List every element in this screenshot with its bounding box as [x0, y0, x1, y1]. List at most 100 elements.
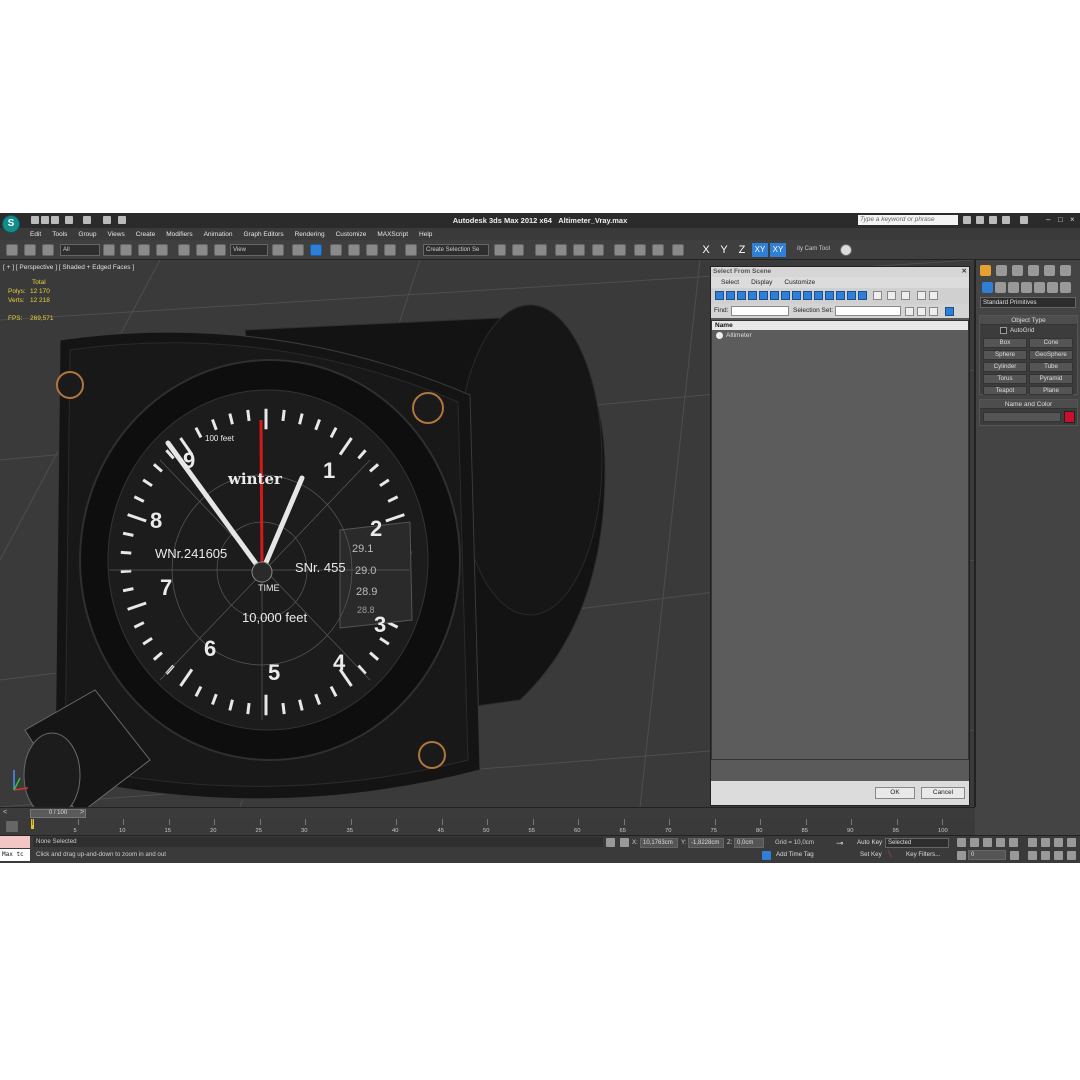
display-all-icon[interactable] [847, 291, 856, 300]
graphite-ribbon-icon[interactable] [555, 244, 567, 256]
display-helpers-icon[interactable] [759, 291, 768, 300]
maxscript-listener-input[interactable]: Max tc [0, 849, 30, 861]
render-production-icon[interactable] [672, 244, 684, 256]
pan-view-icon[interactable] [1041, 851, 1050, 860]
z-coordinate-field[interactable]: 0,0cm [734, 838, 764, 848]
selection-filter-dropdown[interactable]: All [60, 244, 100, 256]
display-containers-icon[interactable] [814, 291, 823, 300]
goto-end-icon[interactable] [1009, 838, 1018, 847]
dialog-close-icon[interactable]: ✕ [962, 267, 967, 277]
axis-xy-button[interactable]: XY [752, 243, 768, 257]
favorites-star-icon[interactable] [1002, 216, 1010, 224]
previous-frame-icon[interactable] [970, 838, 979, 847]
object-color-swatch[interactable] [1064, 411, 1075, 423]
select-and-rotate-icon[interactable] [196, 244, 208, 256]
named-selection-set-dropdown[interactable]: Create Selection Se [423, 244, 489, 256]
next-frame-icon[interactable] [996, 838, 1005, 847]
sync-selection-icon[interactable] [945, 307, 954, 316]
box-button[interactable]: Box [983, 338, 1027, 348]
find-input[interactable] [731, 306, 789, 316]
goto-start-icon[interactable] [957, 838, 966, 847]
rectangular-selection-icon[interactable] [138, 244, 150, 256]
select-and-move-icon[interactable] [178, 244, 190, 256]
axis-xy-plane-button[interactable]: XY [770, 243, 786, 257]
field-of-view-icon[interactable] [1028, 851, 1037, 860]
menu-maxscript[interactable]: MAXScript [377, 231, 408, 238]
x-coordinate-field[interactable]: 10,1763cm [640, 838, 678, 848]
zoom-extents-all-icon[interactable] [1067, 838, 1076, 847]
cameras-category-icon[interactable] [1021, 282, 1032, 293]
hierarchy-tab-icon[interactable] [1012, 265, 1023, 276]
select-and-link-icon[interactable] [6, 244, 18, 256]
curve-editor-icon[interactable] [573, 244, 585, 256]
spacewarps-category-icon[interactable] [1047, 282, 1058, 293]
helpers-category-icon[interactable] [1034, 282, 1045, 293]
dialog-menu-select[interactable]: Select [721, 279, 739, 286]
motion-tab-icon[interactable] [1028, 265, 1039, 276]
display-bones-icon[interactable] [803, 291, 812, 300]
play-icon[interactable] [983, 838, 992, 847]
key-mode-toggle-icon[interactable] [957, 851, 966, 860]
lights-category-icon[interactable] [1008, 282, 1019, 293]
display-none-icon[interactable] [858, 291, 867, 300]
minimize-icon[interactable]: – [1046, 215, 1050, 224]
help-icon[interactable] [1020, 216, 1028, 224]
select-all-icon[interactable] [873, 291, 882, 300]
select-dependents-icon[interactable] [929, 307, 938, 316]
display-geometry-icon[interactable] [715, 291, 724, 300]
systems-category-icon[interactable] [1060, 282, 1071, 293]
display-cameras-icon[interactable] [748, 291, 757, 300]
current-frame-field[interactable]: 0 [968, 850, 1006, 860]
zoom-icon[interactable] [1028, 838, 1037, 847]
select-none-icon[interactable] [887, 291, 896, 300]
select-and-manipulate-icon[interactable] [292, 244, 304, 256]
select-invert-icon[interactable] [901, 291, 910, 300]
selection-set-dropdown[interactable] [835, 306, 901, 316]
display-frozen-icon[interactable] [825, 291, 834, 300]
dialog-menu-display[interactable]: Display [751, 279, 772, 286]
y-coordinate-field[interactable]: -1,8228cm [688, 838, 724, 848]
menu-modifiers[interactable]: Modifiers [166, 231, 192, 238]
list-item[interactable]: Altimeter [712, 332, 968, 339]
slider-prev-icon[interactable]: < [3, 809, 7, 816]
selection-lock-icon[interactable] [606, 838, 615, 847]
auto-key-button[interactable]: Auto Key [857, 838, 882, 848]
primitive-category-dropdown[interactable]: Standard Primitives [980, 297, 1076, 308]
teapot-button[interactable]: Teapot [983, 386, 1027, 395]
cone-button[interactable]: Cone [1029, 338, 1073, 348]
menu-views[interactable]: Views [107, 231, 124, 238]
axis-z-button[interactable]: Z [734, 243, 750, 257]
pyramid-button[interactable]: Pyramid [1029, 374, 1073, 384]
window-crossing-icon[interactable] [156, 244, 168, 256]
zoom-all-icon[interactable] [1041, 838, 1050, 847]
key-icon[interactable]: ╲ [888, 850, 892, 860]
menu-help[interactable]: Help [419, 231, 432, 238]
geometry-category-icon[interactable] [982, 282, 993, 293]
maximize-icon[interactable]: □ [1058, 215, 1063, 224]
reference-coordinate-dropdown[interactable]: View [230, 244, 268, 256]
shapes-category-icon[interactable] [995, 282, 1006, 293]
menu-edit[interactable]: Edit [30, 231, 41, 238]
tube-button[interactable]: Tube [1029, 362, 1073, 372]
percent-snap-icon[interactable] [366, 244, 378, 256]
set-key-button[interactable]: Set Key [860, 850, 882, 860]
geosphere-button[interactable]: GeoSphere [1029, 350, 1073, 360]
render-setup-icon[interactable] [634, 244, 646, 256]
menu-customize[interactable]: Customize [336, 231, 367, 238]
cylinder-button[interactable]: Cylinder [983, 362, 1027, 372]
pivot-center-icon[interactable] [272, 244, 284, 256]
column-header-name[interactable]: Name [712, 321, 968, 330]
subscription-icon[interactable] [976, 216, 984, 224]
menu-graph-editors[interactable]: Graph Editors [244, 231, 284, 238]
utilities-tab-icon[interactable] [1060, 265, 1071, 276]
dialog-menu-customize[interactable]: Customize [784, 279, 815, 286]
absolute-mode-transform-icon[interactable] [620, 838, 629, 847]
mini-curve-editor-icon[interactable] [6, 821, 18, 832]
menu-create[interactable]: Create [136, 231, 156, 238]
align-icon[interactable] [512, 244, 524, 256]
plane-button[interactable]: Plane [1029, 386, 1073, 395]
menu-rendering[interactable]: Rendering [295, 231, 325, 238]
add-time-tag-button[interactable]: Add Time Tag [776, 850, 814, 860]
viewport-label[interactable]: [ + ] [ Perspective ] [ Shaded + Edged F… [3, 264, 134, 271]
display-hidden-icon[interactable] [836, 291, 845, 300]
